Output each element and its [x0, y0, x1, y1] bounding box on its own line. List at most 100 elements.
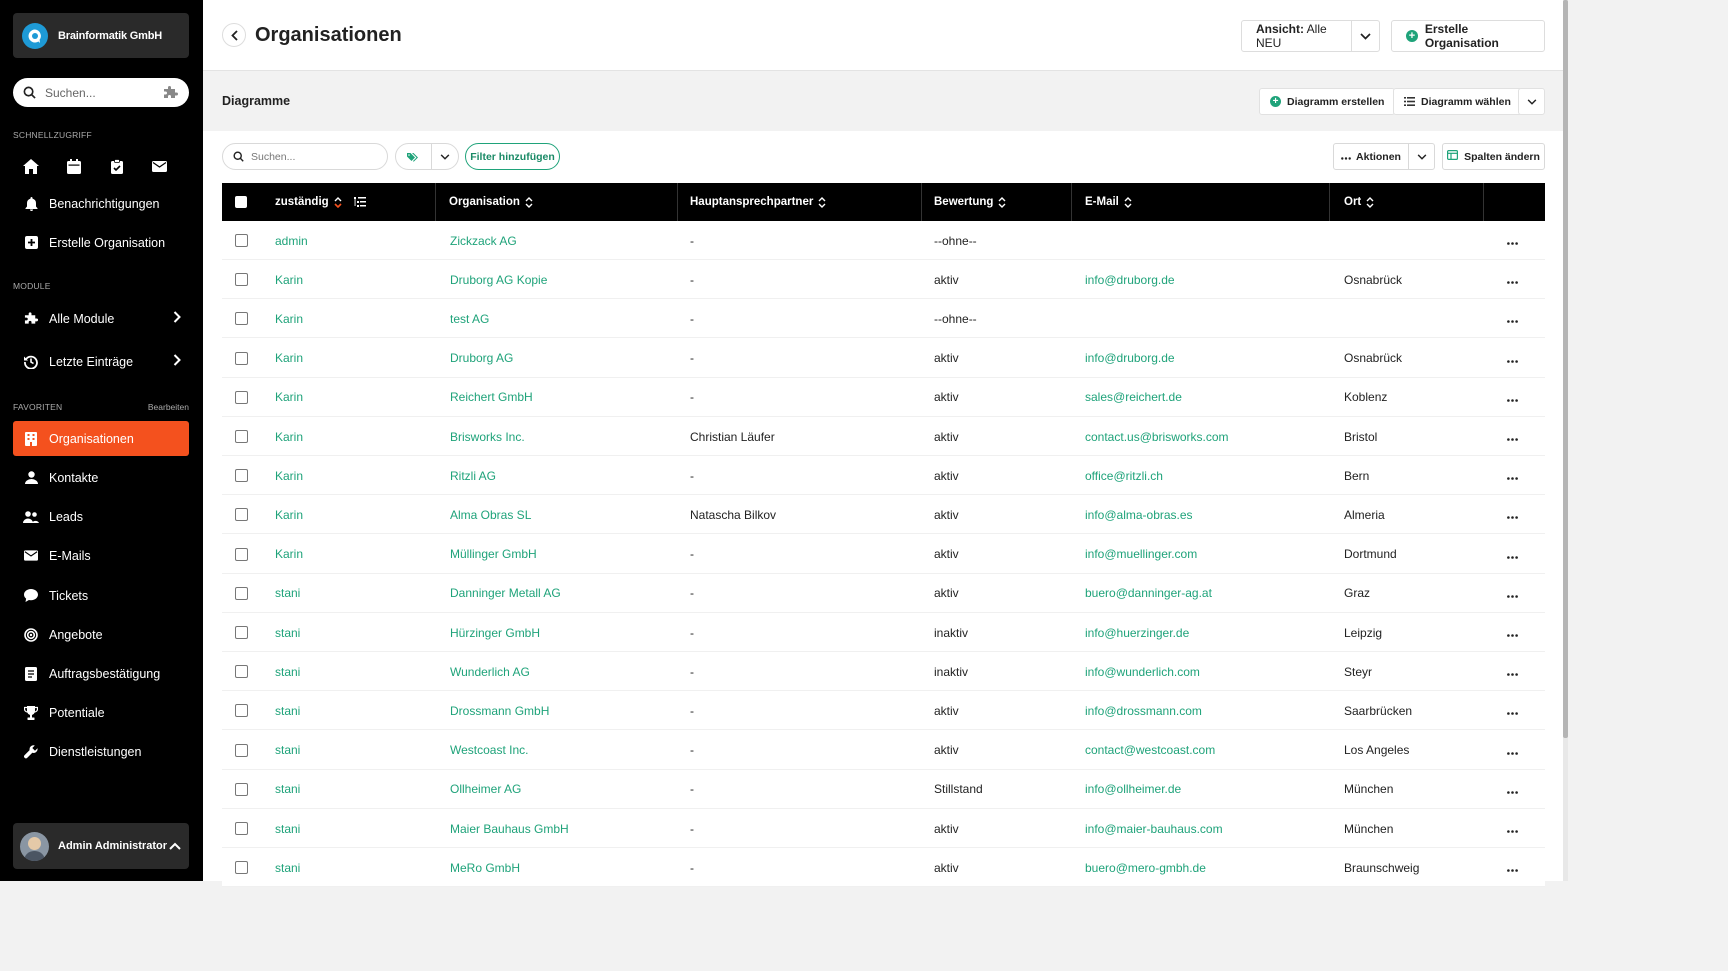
row-more-icon[interactable]	[1507, 272, 1518, 287]
change-columns-button[interactable]: Spalten ändern	[1442, 143, 1545, 170]
cell-email[interactable]: info@huerzinger.de	[1085, 613, 1189, 652]
row-checkbox[interactable]	[235, 782, 248, 796]
page-scrollbar[interactable]	[1563, 0, 1568, 881]
sidebar-item-potentials[interactable]: Potentiale	[13, 695, 189, 730]
tag-filter-button[interactable]	[395, 143, 459, 170]
row-more-icon[interactable]	[1507, 507, 1518, 522]
cell-organisation[interactable]: Müllinger GmbH	[450, 535, 537, 574]
row-checkbox[interactable]	[235, 743, 248, 757]
cell-organisation[interactable]: MeRo GmbH	[450, 848, 520, 887]
sidebar-search-input[interactable]: Suchen...	[13, 78, 189, 107]
table-row[interactable]: Karin Druborg AG - aktiv info@druborg.de Osna…	[222, 338, 1545, 378]
column-header-organisation[interactable]: Organisation	[436, 183, 678, 221]
cell-email[interactable]: info@drossmann.com	[1085, 691, 1202, 730]
cell-organisation[interactable]: Reichert GmbH	[450, 378, 533, 417]
column-header-main-contact[interactable]: Hauptansprechpartner	[678, 183, 922, 221]
sidebar-item-notifications[interactable]: Benachrichtigungen	[13, 186, 189, 221]
sidebar-item-order-confirmation[interactable]: Auftragsbestätigung	[13, 656, 189, 691]
row-checkbox[interactable]	[235, 469, 248, 483]
create-diagram-button[interactable]: + Diagramm erstellen	[1259, 88, 1396, 115]
row-checkbox[interactable]	[235, 508, 248, 522]
cell-owner[interactable]: Karin	[275, 456, 303, 495]
sort-icon[interactable]	[818, 196, 826, 208]
cell-organisation[interactable]: Drossmann GmbH	[450, 691, 549, 730]
cell-owner[interactable]: stani	[275, 574, 300, 613]
cell-organisation[interactable]: Alma Obras SL	[450, 495, 531, 534]
cell-organisation[interactable]: Danninger Metall AG	[450, 574, 561, 613]
row-more-icon[interactable]	[1507, 860, 1518, 875]
cell-owner[interactable]: admin	[275, 221, 308, 260]
row-checkbox[interactable]	[235, 430, 248, 443]
column-header-rating[interactable]: Bewertung	[922, 183, 1072, 221]
row-checkbox[interactable]	[235, 312, 248, 326]
row-more-icon[interactable]	[1507, 233, 1518, 248]
chevron-down-icon[interactable]	[1351, 21, 1379, 51]
sidebar-item-recent-entries[interactable]: Letzte Einträge	[13, 344, 189, 379]
column-header-city[interactable]: Ort	[1330, 183, 1484, 221]
row-checkbox[interactable]	[235, 273, 248, 287]
cell-email[interactable]: sales@reichert.de	[1085, 378, 1182, 417]
table-row[interactable]: stani Drossmann GmbH - aktiv info@drossmann.…	[222, 691, 1545, 731]
puzzle-icon[interactable]	[163, 86, 179, 99]
list-filter-icon[interactable]	[353, 197, 366, 207]
row-checkbox[interactable]	[235, 351, 248, 365]
row-more-icon[interactable]	[1507, 390, 1518, 405]
cell-email[interactable]: contact@westcoast.com	[1085, 731, 1215, 770]
cell-organisation[interactable]: Zickzack AG	[450, 221, 517, 260]
sort-desc-icon[interactable]	[334, 196, 342, 208]
cell-email[interactable]: info@druborg.de	[1085, 339, 1175, 378]
cell-owner[interactable]: stani	[275, 691, 300, 730]
table-row[interactable]: stani Westcoast Inc. - aktiv contact@westcoa…	[222, 730, 1545, 770]
table-row[interactable]: stani Maier Bauhaus GmbH - aktiv info@maier-…	[222, 809, 1545, 848]
table-row[interactable]: Karin Müllinger GmbH - aktiv info@muellinger…	[222, 534, 1545, 574]
row-more-icon[interactable]	[1507, 664, 1518, 679]
row-checkbox[interactable]	[235, 704, 248, 718]
row-more-icon[interactable]	[1507, 625, 1518, 640]
cell-owner[interactable]: stani	[275, 613, 300, 652]
cell-owner[interactable]: Karin	[275, 378, 303, 417]
table-row[interactable]: stani MeRo GmbH - aktiv buero@mero-gmbh.de Br…	[222, 848, 1545, 888]
sidebar-item-tickets[interactable]: Tickets	[13, 578, 189, 613]
row-checkbox[interactable]	[235, 665, 248, 679]
row-more-icon[interactable]	[1507, 782, 1518, 797]
cell-owner[interactable]: Karin	[275, 495, 303, 534]
row-checkbox[interactable]	[235, 626, 248, 639]
cell-owner[interactable]: stani	[275, 652, 300, 691]
diagrams-collapse-button[interactable]	[1518, 88, 1545, 115]
cell-owner[interactable]: Karin	[275, 535, 303, 574]
sidebar-item-leads[interactable]: Leads	[13, 499, 189, 534]
back-button[interactable]	[222, 23, 246, 47]
table-row[interactable]: stani Wunderlich AG - inaktiv info@wunderlic…	[222, 652, 1545, 692]
cell-email[interactable]: office@ritzli.ch	[1085, 456, 1163, 495]
row-more-icon[interactable]	[1507, 743, 1518, 758]
create-organisation-button[interactable]: + Erstelle Organisation	[1391, 20, 1545, 52]
cell-organisation[interactable]: Westcoast Inc.	[450, 731, 528, 770]
sidebar-item-create-organisation[interactable]: Erstelle Organisation	[13, 225, 189, 260]
cell-owner[interactable]: Karin	[275, 299, 303, 338]
sidebar-item-all-modules[interactable]: Alle Module	[13, 301, 189, 336]
cell-owner[interactable]: Karin	[275, 417, 303, 456]
cell-email[interactable]: info@maier-bauhaus.com	[1085, 809, 1223, 848]
row-checkbox[interactable]	[235, 234, 248, 247]
cell-email[interactable]: info@druborg.de	[1085, 260, 1175, 299]
cell-organisation[interactable]: Brisworks Inc.	[450, 417, 525, 456]
sidebar-item-emails[interactable]: E-Mails	[13, 538, 189, 573]
table-row[interactable]: Karin Alma Obras SL Natascha Bilkov aktiv in…	[222, 495, 1545, 535]
cell-owner[interactable]: Karin	[275, 339, 303, 378]
row-more-icon[interactable]	[1507, 821, 1518, 836]
row-more-icon[interactable]	[1507, 311, 1518, 326]
cell-organisation[interactable]: Ritzli AG	[450, 456, 496, 495]
cell-organisation[interactable]: Wunderlich AG	[450, 652, 530, 691]
brand-switcher[interactable]: Brainformatik GmbH	[13, 13, 189, 58]
cell-organisation[interactable]: Ollheimer AG	[450, 770, 521, 809]
cell-owner[interactable]: stani	[275, 809, 300, 848]
calendar-icon[interactable]	[65, 158, 82, 175]
row-checkbox[interactable]	[235, 822, 248, 835]
cell-organisation[interactable]: Druborg AG	[450, 339, 513, 378]
row-more-icon[interactable]	[1507, 351, 1518, 366]
row-more-icon[interactable]	[1507, 429, 1518, 444]
cell-organisation[interactable]: Druborg AG Kopie	[450, 260, 547, 299]
cell-organisation[interactable]: Maier Bauhaus GmbH	[450, 809, 569, 848]
cell-organisation[interactable]: Hürzinger GmbH	[450, 613, 540, 652]
sidebar-item-organisations[interactable]: Organisationen	[13, 421, 189, 456]
